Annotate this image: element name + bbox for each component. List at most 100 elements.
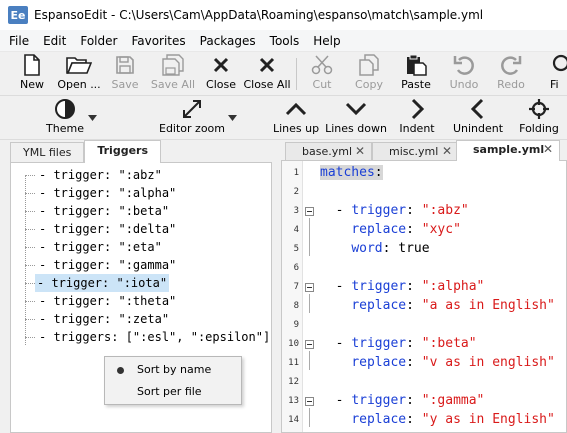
tree-item[interactable]: - triggers: [":esl", ":epsilon"] [37,328,271,346]
document-tab-strip: base.yml ✕ misc.yml ✕ sample.yml ✕ [281,140,567,161]
close-tab-icon[interactable]: ✕ [442,143,452,160]
tree-item[interactable]: - trigger: ":eta" [37,238,164,256]
tree-connector [25,175,35,176]
undo-icon [453,52,475,78]
menu-folder[interactable]: Folder [73,30,124,52]
find-button[interactable]: Fi [550,52,567,96]
tree-item[interactable]: - trigger: ":beta" [37,202,171,220]
tab-misc-yml[interactable]: misc.yml ✕ [372,142,459,160]
close-tab-icon[interactable]: ✕ [543,141,553,158]
save-icon [115,52,135,78]
tree-item[interactable]: - trigger: ":gamma" [37,256,178,274]
menu-edit[interactable]: Edit [36,30,73,52]
menu-favorites[interactable]: Favorites [124,30,192,52]
line-number: 5 [293,244,299,254]
tree-connector [25,337,35,338]
lines-up-label: Lines up [272,122,320,135]
view-toolbar: Theme Editor zoom Lines up Lines down In… [0,96,567,140]
paste-icon [405,52,427,78]
tree-item[interactable]: - trigger: ":abz" [37,166,164,184]
fold-guide [309,408,310,427]
redo-icon [500,52,522,78]
chevron-left-icon [470,96,486,122]
tab-triggers[interactable]: Triggers [84,140,161,163]
code-line: replace: "v as in english" [351,355,555,370]
menu-help[interactable]: Help [306,30,347,52]
tree-connector [25,247,35,248]
tree-item[interactable]: - trigger: ":theta" [37,292,178,310]
editor-panel: base.yml ✕ misc.yml ✕ sample.yml ✕ 1 2 3… [281,140,567,433]
tab-base-yml[interactable]: base.yml ✕ [285,142,372,160]
tree-item[interactable]: - trigger: ":zeta" [37,310,171,328]
window-title: EspansoEdit - C:\Users\Cam\AppData\Roami… [34,8,484,22]
save-all-icon [162,52,184,78]
tree-connector [25,229,35,230]
tree-item[interactable]: - trigger: ":delta" [37,220,178,238]
menu-file[interactable]: File [0,30,36,52]
code-line: replace: "xyc" [351,222,461,237]
indent-button[interactable]: Indent [397,96,437,140]
fold-toggle-icon[interactable] [305,283,314,292]
save-all-button[interactable]: Save All [150,52,196,96]
copy-button[interactable]: Copy [352,52,386,96]
tree-item-selected[interactable]: - trigger: ":iota" [35,274,170,292]
folder-open-icon [66,52,92,78]
new-label: New [20,78,44,91]
paste-button[interactable]: Paste [399,52,433,96]
menu-packages[interactable]: Packages [193,30,263,52]
redo-button[interactable]: Redo [494,52,528,96]
copy-label: Copy [355,78,383,91]
new-button[interactable]: New [17,52,47,96]
tree-connector [25,319,35,320]
unindent-button[interactable]: Unindent [453,96,503,140]
line-number: 14 [288,415,299,425]
line-number: 4 [293,225,299,235]
undo-button[interactable]: Undo [447,52,481,96]
theme-label: Theme [46,122,84,135]
code-line: - trigger: ":gamma" [320,393,485,408]
title-bar: Ee EspansoEdit - C:\Users\Cam\AppData\Ro… [0,0,567,30]
indent-label: Indent [399,122,435,135]
tab-sample-yml[interactable]: sample.yml ✕ [456,140,560,161]
fold-toggle-icon[interactable] [305,397,314,406]
unindent-label: Unindent [452,122,504,135]
zoom-dropdown-arrow-icon[interactable] [228,110,237,124]
editor-zoom-button[interactable]: Editor zoom [159,96,225,140]
chevron-right-icon [409,96,425,122]
toolbar-separator [296,58,297,90]
chevron-down-icon [345,96,367,122]
menu-bar: File Edit Folder Favorites Packages Tool… [0,30,567,52]
close-tab-icon[interactable]: ✕ [355,143,365,160]
fold-toggle-icon[interactable] [305,207,314,216]
folding-button[interactable]: Folding [518,96,560,140]
close-all-button[interactable]: Close All [243,52,291,96]
new-file-icon [22,52,42,78]
line-number: 7 [293,282,299,292]
tab-label: base.yml [302,145,352,158]
open-button[interactable]: Open ... [57,52,101,96]
code-line: replace: "y as in English" [351,412,555,427]
line-number: 8 [293,301,299,311]
sort-by-name-item[interactable]: Sort by name [105,359,241,381]
save-button[interactable]: Save [110,52,140,96]
code-editor[interactable]: 1 2 3 4 5 6 7 8 9 10 11 12 13 14 matches… [281,160,567,433]
close-all-label: Close All [243,78,291,91]
menu-tools[interactable]: Tools [263,30,307,52]
tree-item[interactable]: - trigger: ":alpha" [37,184,178,202]
tab-yml-files[interactable]: YML files [10,142,85,163]
sort-context-menu: Sort by name Sort per file [104,356,242,405]
folding-icon [528,96,550,122]
close-button[interactable]: Close [204,52,238,96]
theme-button[interactable]: Theme [46,96,84,140]
fold-guide [309,294,310,313]
fold-toggle-icon[interactable] [305,340,314,349]
theme-dropdown-arrow-icon[interactable] [88,110,97,124]
close-icon [212,52,230,78]
cut-button[interactable]: Cut [305,52,339,96]
lines-down-button[interactable]: Lines down [325,96,387,140]
radio-bullet-icon [117,367,124,374]
sort-per-file-item[interactable]: Sort per file [105,381,241,403]
scissors-icon [311,52,333,78]
line-number: 9 [293,320,299,330]
lines-up-button[interactable]: Lines up [272,96,320,140]
